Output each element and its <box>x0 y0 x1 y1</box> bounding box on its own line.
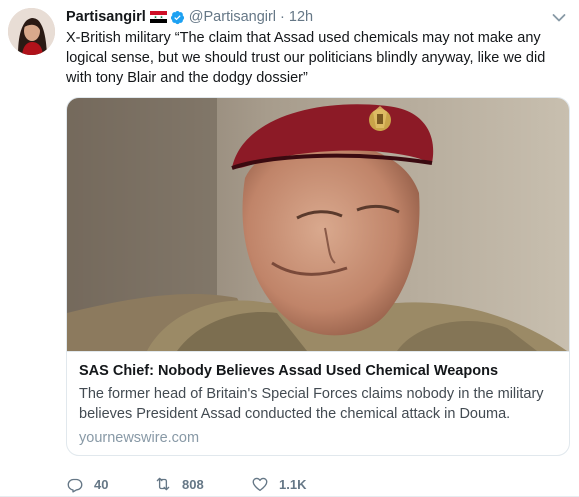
reply-count: 40 <box>94 476 109 492</box>
card-description: The former head of Britain's Special For… <box>79 386 544 422</box>
tweet-header: Partisangirl @Partisangirl · 12h <box>66 8 313 26</box>
card-title[interactable]: SAS Chief: Nobody Believes Assad Used Ch… <box>79 362 557 381</box>
reply-button[interactable]: 40 <box>66 475 154 493</box>
tweet[interactable]: Partisangirl @Partisangirl · 12h X-Briti… <box>0 0 579 497</box>
card-body[interactable]: SAS Chief: Nobody Believes Assad Used Ch… <box>67 351 569 447</box>
card-image[interactable] <box>67 98 569 351</box>
like-button[interactable]: 1.1K <box>251 475 351 493</box>
verified-badge-icon <box>170 10 185 25</box>
syria-flag-icon <box>149 11 167 23</box>
avatar[interactable] <box>8 8 55 55</box>
heart-icon <box>251 475 269 493</box>
retweet-icon <box>154 475 172 493</box>
link-card[interactable]: SAS Chief: Nobody Believes Assad Used Ch… <box>66 97 570 456</box>
card-domain: yournewswire.com <box>79 430 200 446</box>
separator-dot: · <box>280 9 285 25</box>
display-name[interactable]: Partisangirl <box>66 9 146 25</box>
retweet-button[interactable]: 808 <box>154 475 251 493</box>
retweet-count: 808 <box>182 476 204 492</box>
chevron-down-icon[interactable] <box>552 10 566 22</box>
tweet-text: X-British military “The claim that Assad… <box>66 30 546 86</box>
timestamp[interactable]: 12h <box>289 9 313 25</box>
like-count: 1.1K <box>279 476 307 492</box>
reply-icon <box>66 475 84 493</box>
tweet-actions: 40 808 1.1K <box>66 474 351 494</box>
handle[interactable]: @Partisangirl <box>189 9 276 25</box>
